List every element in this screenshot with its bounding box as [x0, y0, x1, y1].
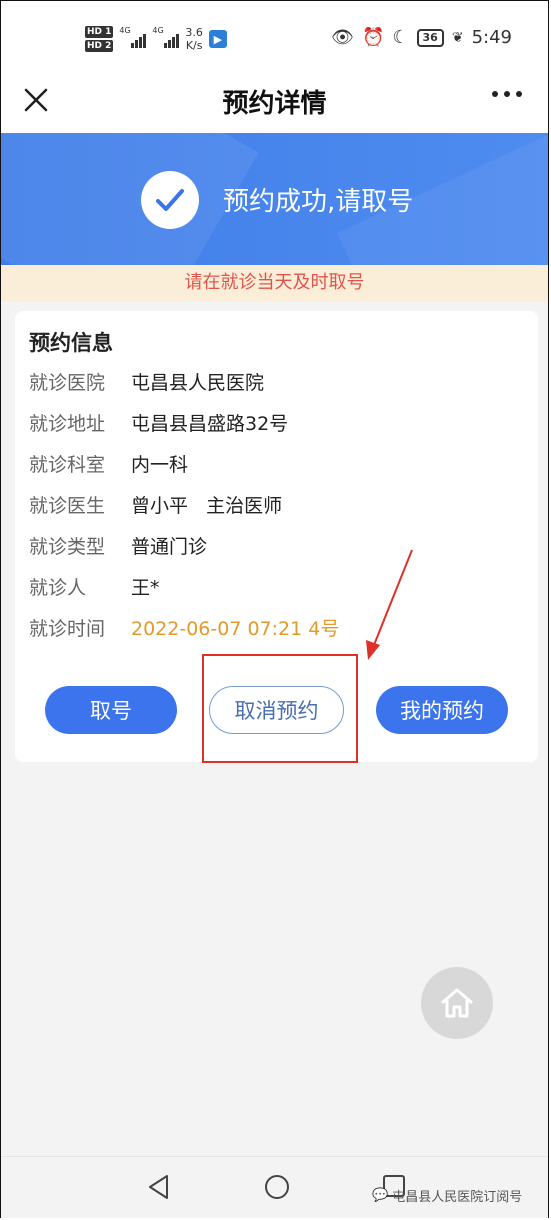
info-row-hospital: 就诊医院 屯昌县人民医院: [29, 371, 265, 394]
battery-icon: 36: [416, 28, 444, 47]
signal-icon-2: 4G: [152, 26, 180, 48]
hd1-badge: HD 1: [85, 26, 114, 38]
info-row-patient: 就诊人 王*: [29, 576, 160, 599]
home-icon: [441, 988, 473, 1018]
info-row-doctor: 就诊医生 曾小平 主治医师: [29, 494, 283, 517]
home-button[interactable]: [421, 967, 493, 1039]
info-row-type: 就诊类型 普通门诊: [29, 535, 208, 558]
notice-bar: 请在就诊当天及时取号: [1, 265, 548, 301]
info-row-time: 就诊时间 2022-06-07 07:21 4号: [29, 617, 340, 640]
success-banner: 预约成功,请取号: [1, 133, 548, 265]
watermark: 💬 屯昌县人民医院订阅号: [372, 1188, 523, 1205]
nav-bar: 预约详情: [1, 71, 548, 133]
leaf-icon: ❦: [451, 29, 464, 46]
moon-icon: ☾: [392, 27, 409, 48]
app-notification-icon: ▶: [208, 30, 227, 48]
status-right: 👁 ⏰ ☾ 36 ❦ 5:49: [331, 27, 512, 48]
wechat-icon: 💬: [372, 1188, 389, 1203]
check-circle: [141, 171, 199, 229]
alarm-icon: ⏰: [361, 27, 385, 48]
more-button[interactable]: [492, 91, 522, 97]
back-icon[interactable]: [146, 1173, 172, 1201]
hd2-badge: HD 2: [85, 40, 114, 52]
take-number-button[interactable]: 取号: [45, 686, 177, 734]
annotation-highlight-box: [202, 654, 358, 763]
network-speed: 3.6 K/s: [185, 26, 203, 52]
clock: 5:49: [471, 27, 512, 48]
status-left: HD 1 HD 2 4G 4G 3.6 K/s ▶: [85, 21, 227, 57]
check-icon: [156, 189, 184, 211]
eye-icon: 👁: [331, 27, 354, 48]
card-title: 预约信息: [29, 331, 113, 355]
info-row-address: 就诊地址 屯昌县昌盛路32号: [29, 412, 289, 435]
more-icon: [492, 91, 498, 97]
success-message: 预约成功,请取号: [223, 187, 414, 217]
my-appointments-button[interactable]: 我的预约: [376, 686, 508, 734]
page-title: 预约详情: [222, 89, 327, 119]
signal-icon: 4G: [119, 26, 147, 48]
info-row-department: 就诊科室 内一科: [29, 453, 189, 476]
status-bar: HD 1 HD 2 4G 4G 3.6 K/s ▶ 👁 ⏰ ☾ 36 ❦ 5:4…: [1, 1, 548, 71]
home-nav-icon[interactable]: [263, 1173, 291, 1201]
hd-indicators: HD 1 HD 2: [85, 26, 114, 52]
